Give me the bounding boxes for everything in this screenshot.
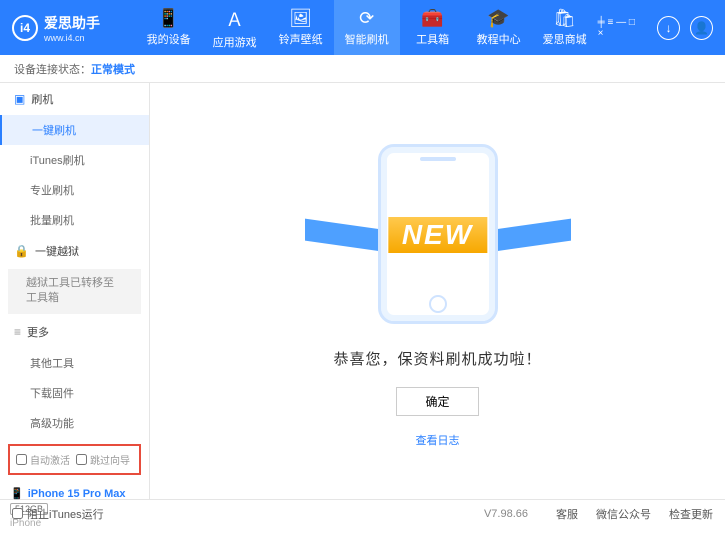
- block-itunes-checkbox[interactable]: 阻止iTunes运行: [12, 506, 104, 522]
- tab-store[interactable]: 🛍爱思商城: [532, 0, 598, 55]
- ribbon-left-icon: [305, 219, 395, 254]
- logo-icon: i4: [12, 15, 38, 41]
- footer-links: 客服 微信公众号 检查更新: [556, 506, 713, 522]
- tab-smart-flash[interactable]: ⟳智能刷机: [334, 0, 400, 55]
- sidebar-item-pro-flash[interactable]: 专业刷机: [0, 175, 149, 205]
- phone-graphic: NEW: [378, 144, 498, 324]
- sidebar-section-jailbreak: 🔒一键越狱: [0, 235, 149, 267]
- user-button[interactable]: 👤: [690, 16, 713, 40]
- flash-icon: ⟳: [359, 8, 374, 29]
- tutorial-icon: 🎓: [487, 8, 509, 29]
- sidebar-section-flash[interactable]: ▣刷机: [0, 83, 149, 115]
- sidebar-item-download-firmware[interactable]: 下载固件: [0, 378, 149, 408]
- tab-apps-games[interactable]: Ａ应用游戏: [202, 0, 268, 55]
- download-button[interactable]: ↓: [657, 16, 680, 40]
- more-icon: ≡: [14, 325, 21, 339]
- success-illustration: NEW: [378, 144, 498, 324]
- sidebar-item-advanced[interactable]: 高级功能: [0, 408, 149, 438]
- window-controls[interactable]: ╪ ≡ — □ ×: [598, 17, 642, 39]
- app-header: i4 爱思助手 www.i4.cn 📱我的设备 Ａ应用游戏 🖼铃声壁纸 ⟳智能刷…: [0, 0, 725, 55]
- logo-area: i4 爱思助手 www.i4.cn: [0, 13, 136, 43]
- status-bar: 设备连接状态： 正常模式: [0, 55, 725, 83]
- new-banner: NEW: [388, 217, 487, 253]
- apps-icon: Ａ: [226, 6, 244, 32]
- main-content: NEW 恭喜您，保资料刷机成功啦！ 确定 查看日志: [150, 83, 725, 499]
- phone-icon: 📱: [10, 488, 24, 500]
- footer-link-wechat[interactable]: 微信公众号: [596, 506, 651, 522]
- wallpaper-icon: 🖼: [289, 8, 312, 29]
- toolbox-icon: 🧰: [421, 8, 443, 29]
- footer-link-update[interactable]: 检查更新: [669, 506, 713, 522]
- sidebar-item-other-tools[interactable]: 其他工具: [0, 348, 149, 378]
- device-name: 📱iPhone 15 Pro Max: [10, 487, 139, 500]
- nav-tabs: 📱我的设备 Ａ应用游戏 🖼铃声壁纸 ⟳智能刷机 🧰工具箱 🎓教程中心 🛍爱思商城: [136, 0, 598, 55]
- store-icon: 🛍: [553, 8, 576, 29]
- ok-button[interactable]: 确定: [396, 387, 478, 416]
- sidebar-item-onekey-flash[interactable]: 一键刷机: [0, 115, 149, 145]
- app-subtitle: www.i4.cn: [44, 33, 100, 43]
- tab-my-device[interactable]: 📱我的设备: [136, 0, 202, 55]
- flash-section-icon: ▣: [14, 92, 25, 106]
- tab-toolbox[interactable]: 🧰工具箱: [400, 0, 466, 55]
- connection-status-label: 设备连接状态：: [14, 61, 91, 77]
- sidebar-item-batch-flash[interactable]: 批量刷机: [0, 205, 149, 235]
- ribbon-right-icon: [481, 219, 571, 254]
- sidebar-section-more[interactable]: ≡更多: [0, 316, 149, 348]
- skip-guide-checkbox[interactable]: 跳过向导: [76, 452, 130, 467]
- tab-ringtone-wallpaper[interactable]: 🖼铃声壁纸: [268, 0, 334, 55]
- sidebar-checks-highlighted: 自动激活 跳过向导: [8, 444, 141, 475]
- auto-activate-checkbox[interactable]: 自动激活: [16, 452, 70, 467]
- header-right: ╪ ≡ — □ × ↓ 👤: [598, 16, 725, 40]
- tab-tutorial-center[interactable]: 🎓教程中心: [466, 0, 532, 55]
- sidebar-item-itunes-flash[interactable]: iTunes刷机: [0, 145, 149, 175]
- app-title: 爱思助手: [44, 13, 100, 33]
- sidebar-jailbreak-notice: 越狱工具已转移至工具箱: [8, 269, 141, 314]
- connection-status-mode: 正常模式: [91, 61, 135, 77]
- device-icon: 📱: [157, 8, 179, 29]
- lock-icon: 🔒: [14, 244, 29, 258]
- success-message: 恭喜您，保资料刷机成功啦！: [333, 348, 541, 369]
- footer-link-support[interactable]: 客服: [556, 506, 578, 522]
- view-log-link[interactable]: 查看日志: [416, 432, 460, 448]
- version-label: V7.98.66: [484, 508, 528, 520]
- sidebar: ▣刷机 一键刷机 iTunes刷机 专业刷机 批量刷机 🔒一键越狱 越狱工具已转…: [0, 83, 150, 499]
